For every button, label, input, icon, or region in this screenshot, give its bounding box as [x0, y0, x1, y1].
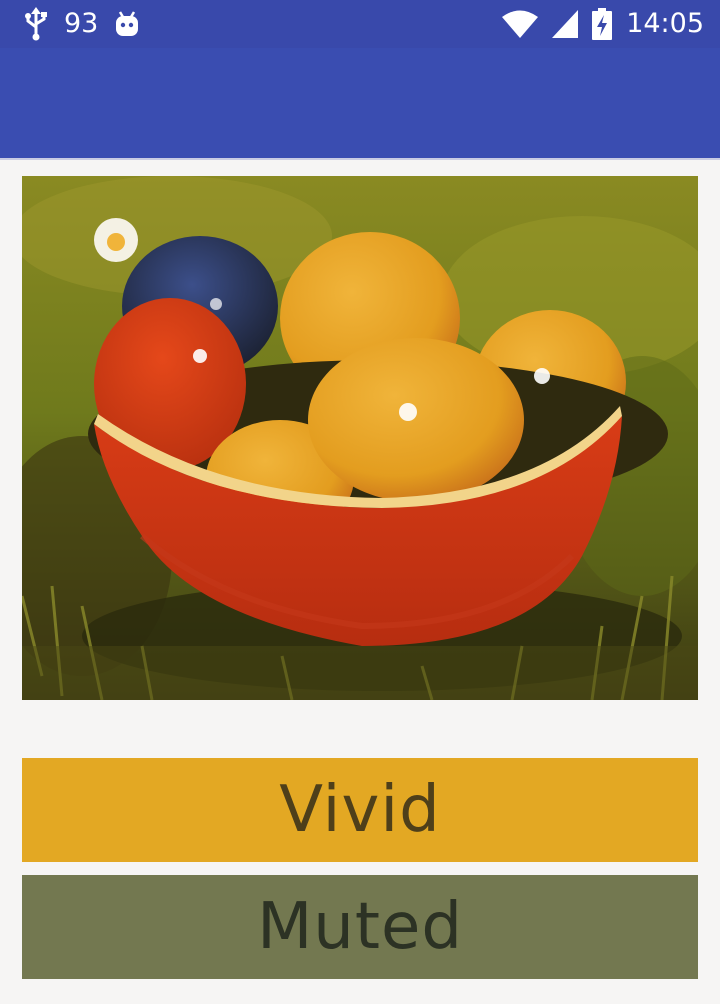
usb-icon — [24, 7, 48, 41]
android-icon — [114, 10, 140, 38]
status-bar-right: 14:05 — [502, 6, 704, 42]
wifi-icon — [502, 10, 539, 38]
vivid-swatch: Vivid — [22, 758, 698, 862]
vivid-swatch-label: Vivid — [279, 773, 441, 847]
battery-charging-icon — [592, 8, 613, 40]
status-bar-left: 93 — [24, 6, 140, 42]
notification-count: 93 — [64, 8, 99, 39]
muted-swatch: Muted — [22, 875, 698, 979]
cellular-signal-icon — [552, 10, 579, 38]
app-bar — [0, 48, 720, 160]
clock: 14:05 — [626, 8, 704, 39]
muted-swatch-label: Muted — [257, 890, 463, 964]
status-bar: 93 14:05 — [0, 0, 720, 48]
eggs-photo — [22, 176, 698, 700]
